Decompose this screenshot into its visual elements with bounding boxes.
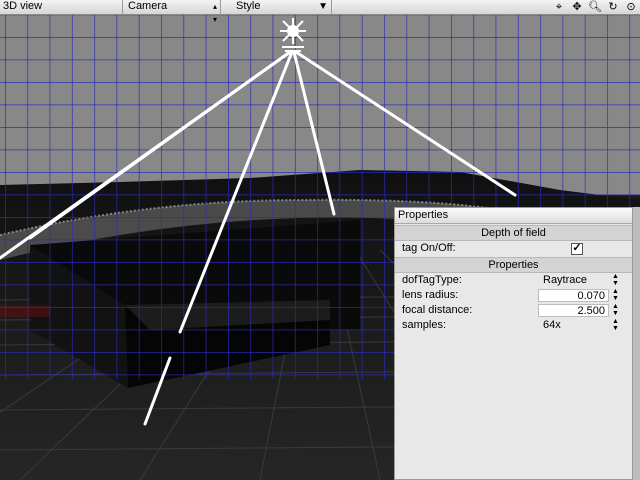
lens-radius-input[interactable]: 0.070	[538, 289, 609, 302]
lens-radius-row: lens radius: 0.070 ▲ ▼	[395, 288, 632, 303]
samples-value[interactable]: 64x	[543, 318, 561, 333]
style-dropdown[interactable]: Style ▼	[221, 0, 332, 14]
tag-toggle-row: tag On/Off: ✓	[395, 241, 632, 256]
view-selector[interactable]: 3D view	[0, 0, 123, 14]
zoom-icon[interactable]: 🔍︎	[588, 1, 602, 14]
style-label: Style	[236, 0, 261, 12]
rotate-icon[interactable]: ↻	[606, 1, 620, 14]
dof-type-row: dofTagType: Raytrace ▲ ▼	[395, 273, 632, 288]
section-header-properties: Properties	[395, 257, 632, 273]
stepper-arrows-icon[interactable]: ▲ ▼	[612, 318, 619, 332]
samples-row: samples: 64x ▲ ▼	[395, 318, 632, 333]
focal-distance-row: focal distance: 2.500 ▲ ▼	[395, 303, 632, 318]
properties-panel-title: Properties	[395, 208, 632, 224]
crosshair-icon[interactable]: ⌖	[552, 1, 566, 14]
lens-radius-label: lens radius:	[402, 289, 459, 301]
section-header-depth-of-field: Depth of field	[395, 225, 632, 241]
camera-label: Camera	[128, 0, 168, 12]
tag-checkbox[interactable]: ✓	[571, 243, 583, 255]
samples-label: samples:	[402, 319, 447, 331]
tag-label: tag On/Off:	[402, 242, 456, 254]
move-icon[interactable]: ✥	[570, 1, 584, 14]
panel-scrollbar[interactable]	[632, 207, 640, 480]
orbit-icon[interactable]: ⊙	[624, 1, 638, 14]
focal-distance-input[interactable]: 2.500	[538, 304, 609, 317]
viewport-toolbar: 3D view Camera ▴ ▾ Style ▼ ⌖ ✥ 🔍︎ ↻ ⊙	[0, 0, 640, 24]
stepper-arrows-icon[interactable]: ▲ ▼	[612, 288, 619, 302]
properties-panel: Properties Depth of field tag On/Off: ✓ …	[394, 207, 632, 480]
stepper-arrows-icon: ▴ ▾	[212, 2, 217, 24]
chevron-down-icon: ▼	[318, 1, 328, 12]
dof-type-value[interactable]: Raytrace	[543, 273, 587, 288]
camera-dropdown[interactable]: Camera ▴ ▾	[123, 0, 221, 24]
stepper-arrows-icon[interactable]: ▲ ▼	[612, 273, 619, 287]
focal-distance-label: focal distance:	[402, 304, 473, 316]
stepper-arrows-icon[interactable]: ▲ ▼	[612, 303, 619, 317]
dof-type-label: dofTagType:	[402, 274, 462, 286]
view-label: 3D view	[3, 0, 43, 12]
